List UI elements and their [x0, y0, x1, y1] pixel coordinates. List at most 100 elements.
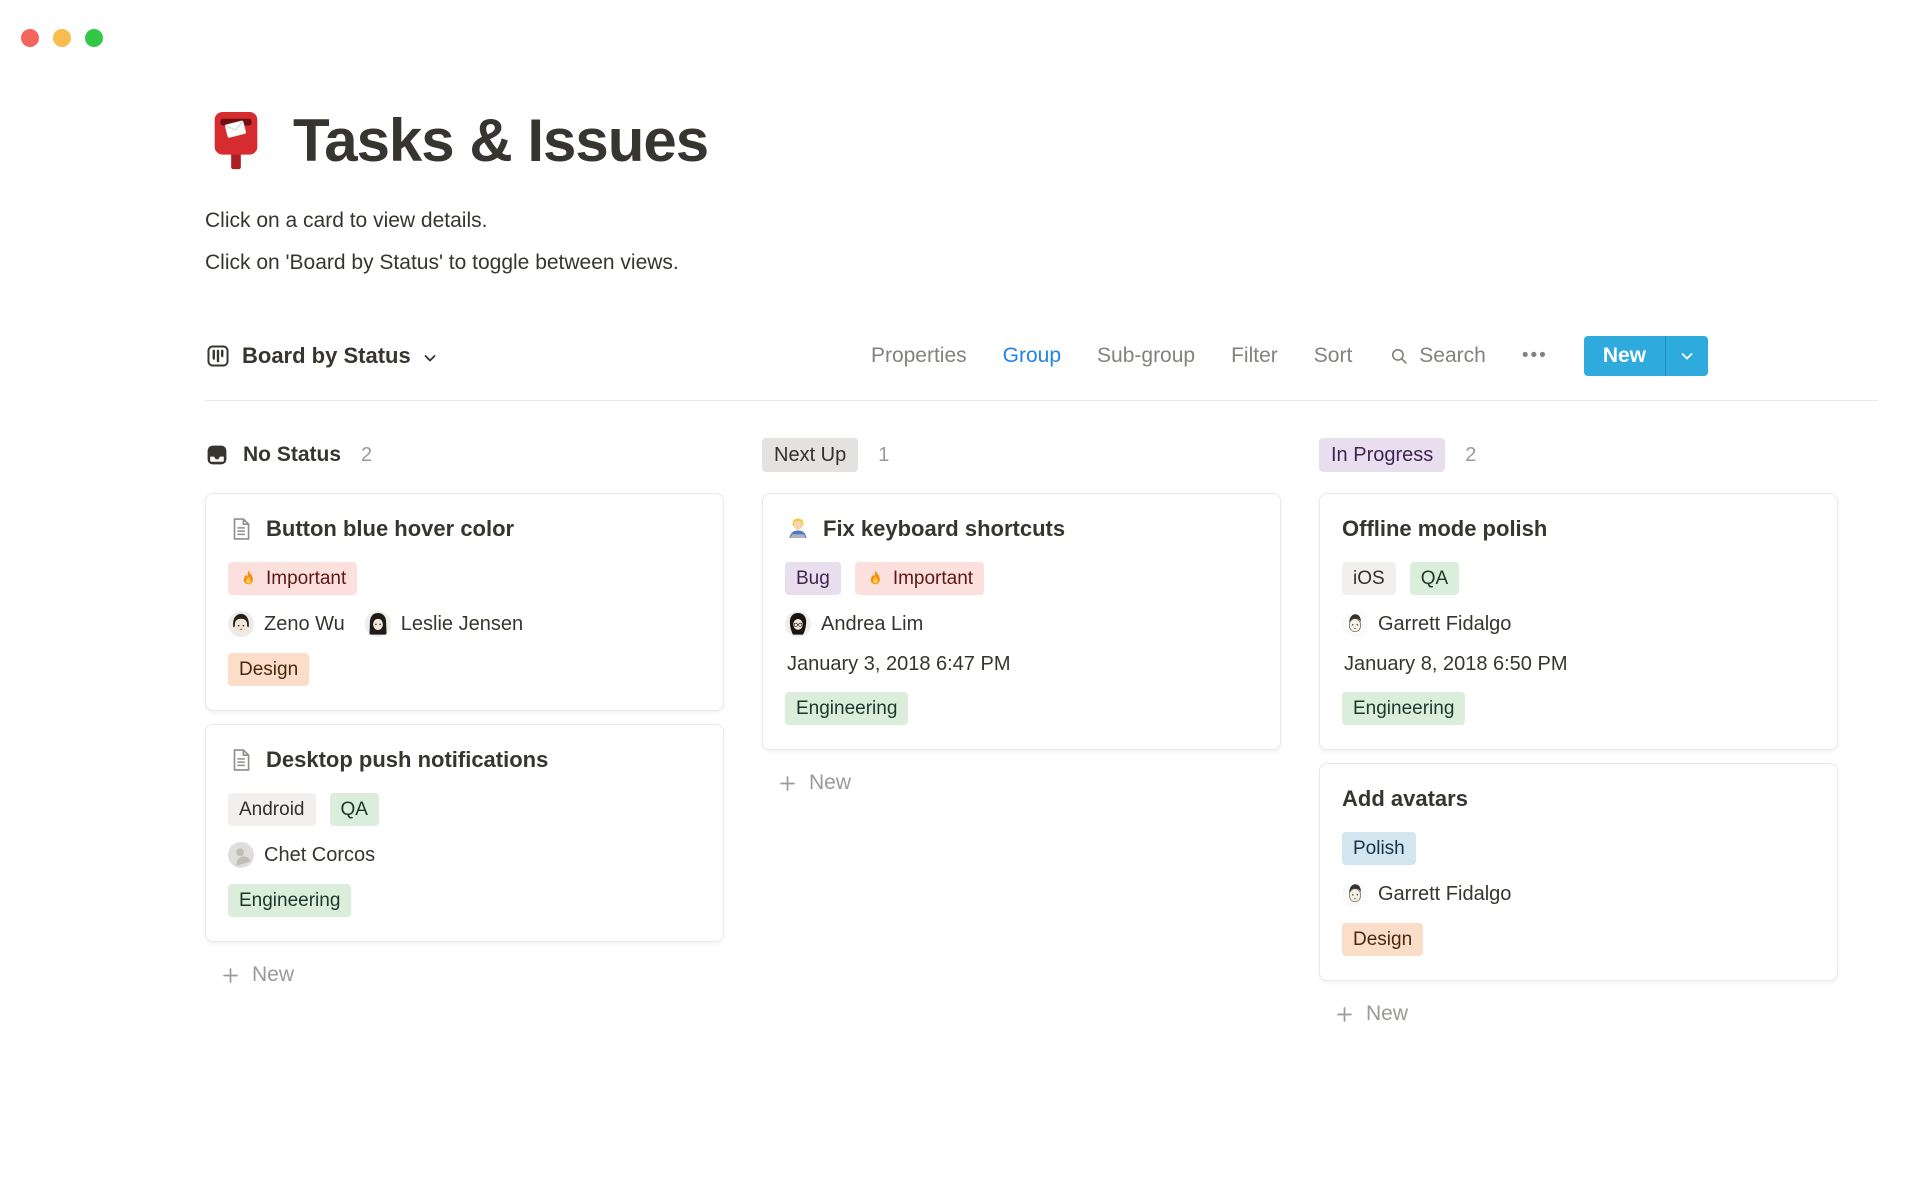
card-tags-row: Design [228, 653, 701, 686]
card-people-row: Chet Corcos [228, 842, 701, 868]
plus-icon [1335, 1005, 1354, 1024]
new-button-group: New [1583, 336, 1708, 376]
avatar-garrett [1342, 881, 1368, 907]
card-tags-row: Important [228, 562, 701, 595]
card-offline-mode-polish[interactable]: Offline mode polish iOS QA Garrett Fidalgo… [1319, 493, 1838, 750]
tag-label: Design [239, 659, 299, 680]
tag-important: Important [854, 562, 985, 595]
toolbar-item-group[interactable]: Group [1003, 344, 1061, 368]
new-dropdown-button[interactable] [1666, 336, 1708, 376]
card-people-row: Garrett Fidalgo [1342, 881, 1815, 907]
card-desktop-push-notifications[interactable]: Desktop push notifications Android QA Chet… [205, 724, 724, 942]
column-title: No Status [243, 443, 342, 466]
tag-label: Engineering [239, 890, 341, 911]
toolbar-item-sub-group[interactable]: Sub-group [1097, 344, 1195, 368]
tag-android: Android [228, 793, 316, 826]
search-label: Search [1419, 344, 1486, 367]
avatar-zeno [228, 611, 254, 637]
tag-qa: QA [329, 793, 379, 826]
column-header-no-status[interactable]: No Status 2 [205, 437, 724, 473]
document-icon [228, 747, 254, 773]
assignee-leslie-jensen: Leslie Jensen [364, 611, 524, 637]
card-tags-row: Engineering [785, 692, 1258, 725]
tag-engineering: Engineering [1342, 692, 1466, 725]
assignee-name: Chet Corcos [264, 843, 376, 866]
tag-ios: iOS [1342, 562, 1396, 595]
tag-important: Important [228, 562, 358, 595]
avatar-andrea [785, 611, 811, 637]
card-people-row: Garrett Fidalgo [1342, 611, 1815, 637]
card-add-avatars[interactable]: Add avatars Polish Garrett Fidalgo Design [1319, 763, 1838, 981]
kanban-board: No Status 2 Button blue hover color Impo… [205, 437, 1878, 1034]
page-description-line-1: Click on a card to view details. [205, 209, 488, 232]
card-title: Desktop push notifications [266, 747, 549, 772]
postbox-emoji [205, 110, 267, 172]
card-title: Button blue hover color [266, 516, 515, 541]
tag-label: QA [340, 799, 368, 820]
tag-label: Bug [796, 568, 830, 589]
zoom-button[interactable] [85, 29, 103, 47]
tag-qa: QA [1409, 562, 1460, 595]
minimize-button[interactable] [53, 29, 71, 47]
card-title: Add avatars [1342, 786, 1468, 811]
column-header-in-progress[interactable]: In Progress 2 [1319, 437, 1838, 473]
card-tags-row: Engineering [1342, 692, 1815, 725]
assignee-name: Garrett Fidalgo [1378, 612, 1512, 635]
card-button-blue-hover-color[interactable]: Button blue hover color Important Zeno Wu… [205, 493, 724, 711]
new-button[interactable]: New [1584, 336, 1665, 376]
tag-engineering: Engineering [785, 692, 909, 725]
card-tags-row: Bug Important [785, 562, 1258, 595]
card-date: January 8, 2018 6:50 PM [1344, 653, 1568, 675]
new-card-label: New [809, 771, 852, 794]
inbox-icon [205, 443, 229, 467]
new-card-button-in-progress[interactable]: New [1319, 994, 1838, 1034]
card-title: Offline mode polish [1342, 516, 1548, 541]
card-tags-row: Engineering [228, 884, 701, 917]
search-button[interactable]: Search [1388, 344, 1486, 368]
card-date: January 3, 2018 6:47 PM [787, 653, 1011, 675]
page-title: Tasks & Issues [293, 107, 709, 174]
assignee-zeno-wu: Zeno Wu [228, 611, 345, 637]
assignee-garrett-fidalgo: Garrett Fidalgo [1342, 611, 1511, 637]
assignee-garrett-fidalgo: Garrett Fidalgo [1342, 881, 1511, 907]
card-title: Fix keyboard shortcuts [823, 516, 1066, 541]
plus-icon [778, 774, 797, 793]
avatar-placeholder [228, 842, 254, 868]
new-card-button-next-up[interactable]: New [762, 763, 1281, 803]
column-status-badge: In Progress [1319, 438, 1446, 472]
page-description-line-2: Click on 'Board by Status' to toggle bet… [205, 251, 679, 274]
column-count: 1 [878, 443, 890, 466]
view-switcher-label: Board by Status [242, 343, 411, 368]
search-icon [1388, 345, 1410, 367]
column-in-progress: In Progress 2 Offline mode polish iOS QA G… [1319, 437, 1838, 1034]
toolbar-item-properties[interactable]: Properties [871, 344, 967, 368]
toolbar-item-sort[interactable]: Sort [1314, 344, 1353, 368]
tag-polish: Polish [1342, 832, 1416, 865]
assignee-name: Leslie Jensen [400, 612, 524, 635]
card-fix-keyboard-shortcuts[interactable]: Fix keyboard shortcuts Bug Important Andre… [762, 493, 1281, 750]
page-header: Tasks & Issues [205, 103, 1878, 178]
tag-label: Important [892, 568, 974, 589]
column-no-status: No Status 2 Button blue hover color Impo… [205, 437, 724, 1034]
tag-label: Important [266, 568, 347, 589]
card-tags-row: Android QA [228, 793, 701, 826]
toolbar-item-filter[interactable]: Filter [1231, 344, 1278, 368]
new-card-button-no-status[interactable]: New [205, 955, 724, 995]
tag-label: iOS [1353, 568, 1385, 589]
column-header-next-up[interactable]: Next Up 1 [762, 437, 1281, 473]
toolbar-divider [205, 400, 1878, 401]
new-card-label: New [252, 963, 295, 986]
card-tags-row: iOS QA [1342, 562, 1815, 595]
avatar-leslie [364, 611, 391, 637]
view-switcher[interactable]: Board by Status [205, 343, 438, 369]
tag-label: Android [239, 799, 305, 820]
assignee-name: Garrett Fidalgo [1378, 882, 1512, 905]
column-status-badge: Next Up [762, 438, 859, 472]
more-options-button[interactable]: ••• [1522, 345, 1548, 367]
tag-label: Polish [1353, 838, 1405, 859]
card-people-row: Andrea Lim [785, 611, 1258, 637]
tag-label: Engineering [1353, 698, 1455, 719]
card-title-row: Offline mode polish [1342, 514, 1815, 544]
plus-icon [221, 966, 240, 985]
close-button[interactable] [21, 29, 39, 47]
